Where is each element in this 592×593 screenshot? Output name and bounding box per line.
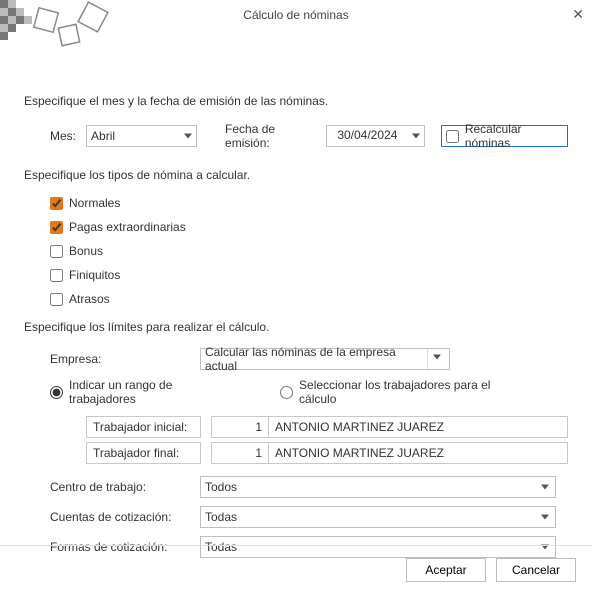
trabajador-inicial-num[interactable]: 1 — [211, 416, 269, 438]
cancelar-button[interactable]: Cancelar — [496, 558, 576, 582]
dialog-title: Cálculo de nóminas — [243, 8, 348, 22]
checkbox-finiquitos[interactable] — [50, 269, 63, 282]
trabajador-inicial-name[interactable]: ANTONIO MARTINEZ JUAREZ — [269, 416, 568, 438]
radio-seleccionar-wrap[interactable]: Seleccionar los trabajadores para el cál… — [280, 378, 528, 406]
chevron-down-icon — [412, 134, 420, 139]
chevron-down-icon — [541, 515, 549, 520]
checkbox-normales[interactable] — [50, 197, 63, 210]
section-limites: Especifique los límites para realizar el… — [24, 320, 568, 334]
section-mes-fecha: Especifique el mes y la fecha de emisión… — [24, 94, 568, 108]
empresa-label: Empresa: — [50, 352, 200, 366]
empresa-value: Calcular las nóminas de la empresa actua… — [205, 345, 427, 373]
fecha-label: Fecha de emisión: — [225, 122, 316, 150]
tipos-list: Normales Pagas extraordinarias Bonus Fin… — [50, 196, 568, 306]
cuentas-label: Cuentas de cotización: — [50, 510, 200, 524]
mes-select[interactable]: Abril — [86, 125, 197, 147]
recalcular-label: Recalcular nóminas — [465, 122, 561, 150]
recalcular-checkbox[interactable] — [446, 130, 459, 143]
centro-select[interactable]: Todos — [200, 476, 556, 498]
checkbox-bonus[interactable] — [50, 245, 63, 258]
close-icon[interactable]: ✕ — [572, 6, 584, 23]
chevron-down-icon — [541, 485, 549, 490]
label-atrasos: Atrasos — [69, 292, 110, 306]
label-bonus: Bonus — [69, 244, 103, 258]
centro-label: Centro de trabajo: — [50, 480, 200, 494]
centro-value: Todos — [205, 480, 237, 494]
label-pagas-extra: Pagas extraordinarias — [69, 220, 186, 234]
section-tipos: Especifique los tipos de nómina a calcul… — [24, 168, 568, 182]
cuentas-select[interactable]: Todas — [200, 506, 556, 528]
aceptar-button[interactable]: Aceptar — [406, 558, 486, 582]
titlebar: Cálculo de nóminas ✕ — [0, 0, 592, 30]
fecha-input[interactable]: 30/04/2024 — [326, 125, 408, 147]
recalcular-checkbox-wrap[interactable]: Recalcular nóminas — [441, 125, 568, 147]
radio-seleccionar[interactable] — [280, 386, 293, 399]
trabajador-final-label: Trabajador final: — [86, 442, 201, 464]
trabajador-final-name[interactable]: ANTONIO MARTINEZ JUAREZ — [269, 442, 568, 464]
chevron-down-icon — [433, 354, 441, 359]
radio-rango-label: Indicar un rango de trabajadores — [69, 378, 240, 406]
mes-label: Mes: — [50, 129, 76, 143]
checkbox-atrasos[interactable] — [50, 293, 63, 306]
label-finiquitos: Finiquitos — [69, 268, 120, 282]
radio-seleccionar-label: Seleccionar los trabajadores para el cál… — [299, 378, 528, 406]
radio-rango[interactable] — [50, 386, 63, 399]
chevron-down-icon — [184, 134, 192, 139]
trabajador-final-num[interactable]: 1 — [211, 442, 269, 464]
checkbox-pagas-extra[interactable] — [50, 221, 63, 234]
cuentas-value: Todas — [205, 510, 237, 524]
mes-value: Abril — [91, 129, 115, 143]
empresa-select[interactable]: Calcular las nóminas de la empresa actua… — [200, 348, 450, 370]
trabajador-inicial-label: Trabajador inicial: — [86, 416, 201, 438]
label-normales: Normales — [69, 196, 120, 210]
fecha-dropdown-button[interactable] — [408, 125, 425, 147]
radio-rango-wrap[interactable]: Indicar un rango de trabajadores — [50, 378, 240, 406]
dialog-footer: Aceptar Cancelar — [0, 545, 592, 593]
fecha-value: 30/04/2024 — [337, 128, 397, 142]
